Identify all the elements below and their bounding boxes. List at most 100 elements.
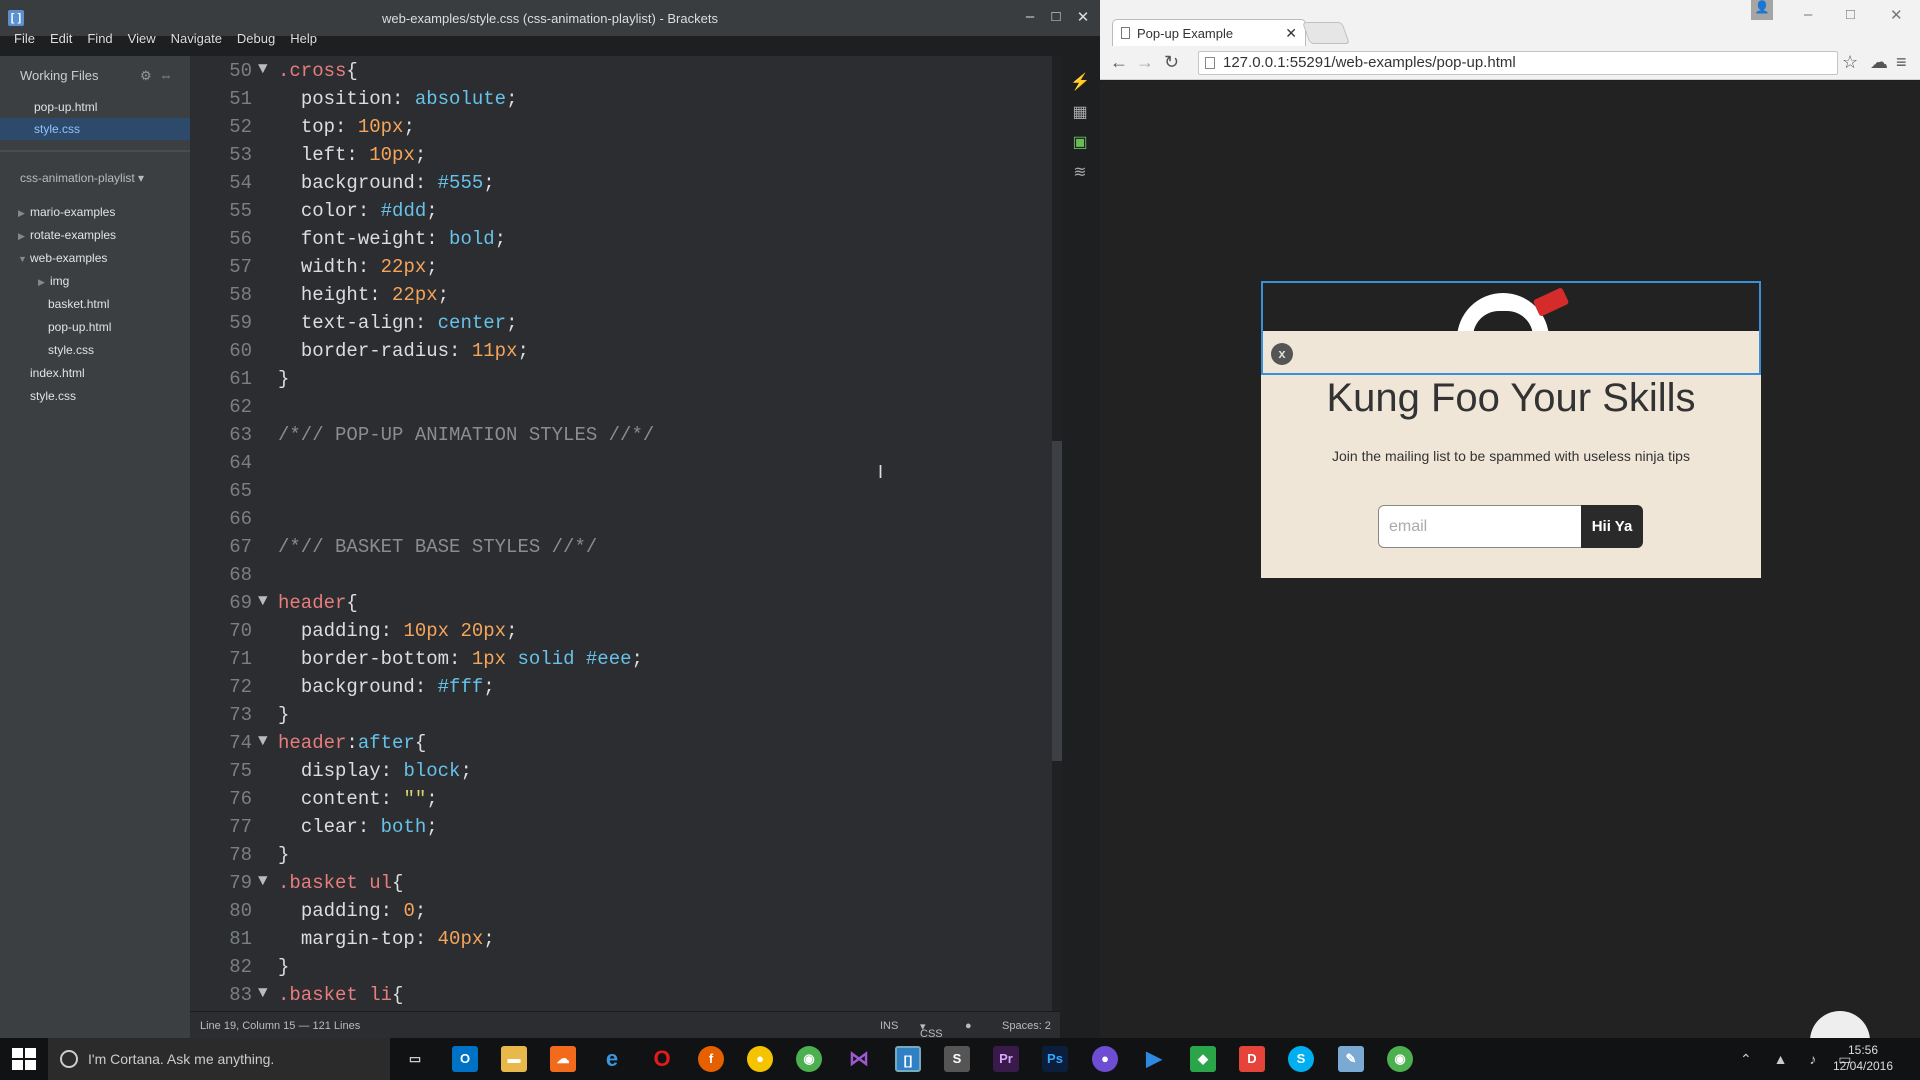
code-line[interactable]: 83 ▼ .basket li{ bbox=[190, 984, 1060, 1011]
app-circle-icon[interactable]: ● bbox=[1092, 1046, 1118, 1072]
tree-folder[interactable]: ▶ img bbox=[0, 270, 190, 292]
maximize-button[interactable]: □ bbox=[1046, 8, 1066, 25]
editor-scrollbar[interactable] bbox=[1052, 56, 1062, 1011]
code-editor[interactable]: 50 ▼ .cross{51 position: absolute; 52 top: … bbox=[190, 56, 1060, 1011]
code-line[interactable]: 77 clear: both; bbox=[190, 816, 1060, 844]
code-line[interactable]: 67 /*// BASKET BASE STYLES //*/ bbox=[190, 536, 1060, 564]
forward-icon[interactable]: → bbox=[1136, 52, 1154, 73]
task-view-icon[interactable]: ▭ bbox=[402, 1046, 428, 1072]
code-line[interactable]: 66 bbox=[190, 508, 1060, 536]
code-line[interactable]: 51 position: absolute; bbox=[190, 88, 1060, 116]
language-select[interactable]: CSS ▾ bbox=[920, 1020, 943, 1040]
shield-icon[interactable]: ◆ bbox=[1190, 1046, 1216, 1072]
menu-debug[interactable]: Debug bbox=[237, 28, 275, 50]
gift-icon[interactable]: ▣ bbox=[1070, 132, 1090, 152]
code-line[interactable]: 82} bbox=[190, 956, 1060, 984]
media-player-icon[interactable]: ▶ bbox=[1141, 1046, 1167, 1072]
code-line[interactable]: 69 ▼ header{ bbox=[190, 592, 1060, 620]
code-line[interactable]: 57 width: 22px; bbox=[190, 256, 1060, 284]
tree-file[interactable]: style.css bbox=[0, 339, 190, 361]
menu-navigate[interactable]: Navigate bbox=[171, 28, 222, 50]
premiere-icon[interactable]: Pr bbox=[993, 1046, 1019, 1072]
tree-folder[interactable]: ▶ rotate-examples bbox=[0, 224, 190, 246]
submit-button[interactable]: Hii Ya bbox=[1581, 505, 1643, 548]
menu-view[interactable]: View bbox=[128, 28, 156, 50]
reload-icon[interactable]: ↻ bbox=[1164, 52, 1179, 73]
code-line[interactable]: 59 text-align: center; bbox=[190, 312, 1060, 340]
code-line[interactable]: 56 font-weight: bold; bbox=[190, 228, 1060, 256]
address-bar[interactable]: 127.0.0.1:55291/web-examples/pop-up.html bbox=[1198, 51, 1838, 75]
photoshop-icon[interactable]: Ps bbox=[1042, 1046, 1068, 1072]
indent-spaces[interactable]: Spaces: 2 bbox=[1002, 1020, 1051, 1032]
code-line[interactable]: 72 background: #fff; bbox=[190, 676, 1060, 704]
extension-manager-icon[interactable]: ▦ bbox=[1070, 102, 1090, 122]
cortana-search[interactable]: I'm Cortana. Ask me anything. bbox=[48, 1038, 390, 1080]
tree-file[interactable]: index.html bbox=[0, 362, 190, 384]
live-preview-icon[interactable]: ⚡ bbox=[1070, 72, 1090, 92]
tree-file[interactable]: basket.html bbox=[0, 293, 190, 315]
code-line[interactable]: 76 content: ""; bbox=[190, 788, 1060, 816]
tree-file[interactable]: style.css bbox=[0, 385, 190, 407]
code-line[interactable]: 52 top: 10px; bbox=[190, 116, 1060, 144]
page-info-icon[interactable] bbox=[1205, 57, 1215, 69]
clock[interactable]: 15:56 12/04/2016 bbox=[1828, 1042, 1898, 1074]
code-line[interactable]: 53 left: 10px; bbox=[190, 144, 1060, 172]
menu-file[interactable]: File bbox=[14, 28, 35, 50]
back-icon[interactable]: ← bbox=[1110, 52, 1128, 73]
code-line[interactable]: 75 display: block; bbox=[190, 760, 1060, 788]
sublime-icon[interactable]: S bbox=[944, 1046, 970, 1072]
user-icon[interactable]: 👤 bbox=[1751, 0, 1773, 20]
visual-studio-icon[interactable]: ⋈ bbox=[846, 1046, 872, 1072]
insert-mode[interactable]: INS bbox=[880, 1020, 898, 1032]
notepad-icon[interactable]: ✎ bbox=[1338, 1046, 1364, 1072]
fold-toggle-icon[interactable]: ▼ bbox=[258, 732, 268, 750]
menu-find[interactable]: Find bbox=[87, 28, 112, 50]
working-file-style[interactable]: style.css bbox=[0, 118, 190, 140]
chrome-icon[interactable]: ◉ bbox=[796, 1046, 822, 1072]
code-line[interactable]: 58 height: 22px; bbox=[190, 284, 1060, 312]
menu-icon[interactable]: ≡ bbox=[1896, 52, 1907, 73]
code-line[interactable]: 78} bbox=[190, 844, 1060, 872]
working-file-popup[interactable]: pop-up.html bbox=[0, 96, 190, 118]
layers-icon[interactable]: ≋ bbox=[1070, 162, 1090, 182]
new-tab-button[interactable] bbox=[1301, 22, 1351, 44]
code-line[interactable]: 60 border-radius: 11px; bbox=[190, 340, 1060, 368]
code-line[interactable]: 71 border-bottom: 1px solid #eee; bbox=[190, 648, 1060, 676]
code-line[interactable]: 64 bbox=[190, 452, 1060, 480]
lint-status-icon[interactable]: ● bbox=[965, 1020, 972, 1032]
canary-icon[interactable]: ● bbox=[747, 1046, 773, 1072]
popup-close-button[interactable]: x bbox=[1271, 343, 1293, 365]
fold-toggle-icon[interactable]: ▼ bbox=[258, 592, 268, 610]
firefox-icon[interactable]: f bbox=[698, 1046, 724, 1072]
code-line[interactable]: 55 color: #ddd; bbox=[190, 200, 1060, 228]
extension-icon[interactable]: ☁ bbox=[1870, 52, 1888, 73]
code-line[interactable]: 79 ▼ .basket ul{ bbox=[190, 872, 1060, 900]
project-title[interactable]: css-animation-playlist ▾ bbox=[20, 171, 144, 185]
code-line[interactable]: 61} bbox=[190, 368, 1060, 396]
outlook-icon[interactable]: O bbox=[452, 1046, 478, 1072]
code-line[interactable]: 68 bbox=[190, 564, 1060, 592]
code-line[interactable]: 62 bbox=[190, 396, 1060, 424]
chrome-icon-2[interactable]: ◉ bbox=[1387, 1046, 1413, 1072]
code-line[interactable]: 50 ▼ .cross{ bbox=[190, 60, 1060, 88]
maximize-button[interactable]: □ bbox=[1846, 6, 1855, 23]
fold-toggle-icon[interactable]: ▼ bbox=[258, 872, 268, 890]
code-line[interactable]: 70 padding: 10px 20px; bbox=[190, 620, 1060, 648]
minimize-button[interactable]: – bbox=[1020, 8, 1040, 25]
fold-toggle-icon[interactable]: ▼ bbox=[258, 60, 268, 78]
code-line[interactable]: 74 ▼ header:after{ bbox=[190, 732, 1060, 760]
opera-icon[interactable]: O bbox=[649, 1046, 675, 1072]
tree-folder[interactable]: ▼ web-examples bbox=[0, 247, 190, 269]
menu-help[interactable]: Help bbox=[290, 28, 317, 50]
scrollbar-thumb[interactable] bbox=[1052, 441, 1062, 761]
code-line[interactable]: 81 margin-top: 40px; bbox=[190, 928, 1060, 956]
tree-file[interactable]: pop-up.html bbox=[0, 316, 190, 338]
fold-toggle-icon[interactable]: ▼ bbox=[258, 984, 268, 1002]
email-field[interactable]: email bbox=[1378, 505, 1581, 548]
tree-folder[interactable]: ▶ mario-examples bbox=[0, 201, 190, 223]
brackets-icon[interactable]: [] bbox=[895, 1046, 921, 1072]
tab-popup-example[interactable]: Pop-up Example ✕ bbox=[1112, 19, 1306, 47]
file-explorer-icon[interactable]: ▬ bbox=[501, 1046, 527, 1072]
code-line[interactable]: 63 /*// POP-UP ANIMATION STYLES //*/ bbox=[190, 424, 1060, 452]
bookmark-star-icon[interactable]: ☆ bbox=[1842, 52, 1858, 73]
